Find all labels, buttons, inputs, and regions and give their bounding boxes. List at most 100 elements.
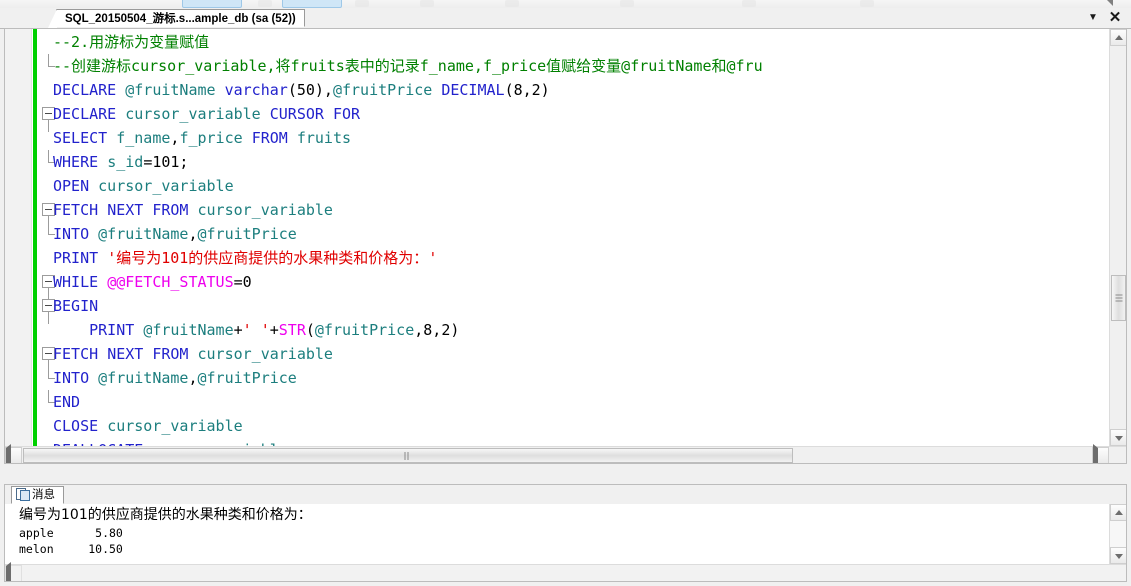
messages-output[interactable]: 编号为101的供应商提供的水果种类和价格为： apple 5.80melon 1… <box>5 504 1109 564</box>
code-line: DECLARE cursor_variable CURSOR FOR <box>53 102 763 126</box>
messages-output-row: apple 5.80 <box>19 525 1109 541</box>
outline-guide-line <box>48 312 49 324</box>
code-editor[interactable]: --2.用游标为变量赋值 --创建游标cursor_variable,将fruit… <box>4 28 1127 464</box>
code-token: END <box>53 393 80 411</box>
code-token <box>98 249 107 267</box>
scroll-left-button[interactable] <box>5 565 22 582</box>
code-token <box>288 129 297 147</box>
toolbar-overflow-icon[interactable] <box>1106 0 1113 6</box>
document-tab-label: SQL_20150504_游标.s...ample_db (sa (52)) <box>65 13 296 25</box>
toolbar-ghost-item[interactable] <box>355 0 369 7</box>
code-token <box>134 321 143 339</box>
code-token: CLOSE <box>53 417 98 435</box>
code-token <box>98 201 107 219</box>
triangle-down-icon <box>1115 436 1123 441</box>
tab-messages[interactable]: 消息 <box>11 486 64 504</box>
code-line: PRINT @fruitName+' '+STR(@fruitPrice,8,2… <box>53 318 763 342</box>
grip-icon <box>1115 295 1122 302</box>
toolbar-ghost-item[interactable] <box>182 0 242 8</box>
code-token <box>89 177 98 195</box>
code-line: DECLARE @fruitName varchar(50),@fruitPri… <box>53 78 763 102</box>
code-token <box>324 105 333 123</box>
ssms-query-window: SQL_20150504_游标.s...ample_db (sa (52)) ▼… <box>0 0 1131 586</box>
code-token: cursor_variable <box>125 105 260 123</box>
triangle-up-icon <box>1115 510 1123 515</box>
code-token: CURSOR <box>270 105 324 123</box>
code-token: cursor_variable <box>98 177 233 195</box>
document-tab[interactable]: SQL_20150504_游标.s...ample_db (sa (52)) <box>56 9 305 27</box>
code-token: STR <box>279 321 306 339</box>
results-horizontal-scrollbar[interactable] <box>5 564 1126 581</box>
scroll-right-button[interactable] <box>1092 447 1109 464</box>
chevron-down-icon[interactable]: ▼ <box>1085 10 1101 26</box>
editor-code-text[interactable]: --2.用游标为变量赋值 --创建游标cursor_variable,将fruit… <box>53 30 763 462</box>
code-token <box>89 225 98 243</box>
results-vertical-scrollbar[interactable] <box>1109 504 1126 564</box>
editor-horizontal-scrollbar[interactable] <box>5 446 1126 463</box>
code-token: DECLARE <box>53 81 116 99</box>
grip-icon <box>405 452 412 460</box>
code-token: + <box>270 321 279 339</box>
code-token: OPEN <box>53 177 89 195</box>
code-token: INTO <box>53 369 89 387</box>
code-line: WHERE s_id=101; <box>53 150 763 174</box>
code-line: CLOSE cursor_variable <box>53 414 763 438</box>
triangle-up-icon <box>1115 35 1123 40</box>
code-token: @fruitName <box>98 225 188 243</box>
code-token: cursor_variable <box>198 201 333 219</box>
code-token: FROM <box>152 345 188 363</box>
editor-change-bar <box>33 29 37 463</box>
code-token <box>188 201 197 219</box>
code-token <box>143 201 152 219</box>
code-token: --2.用游标为变量赋值 <box>53 33 209 51</box>
scroll-left-button[interactable] <box>5 447 22 464</box>
code-token: NEXT <box>107 201 143 219</box>
code-token: (8,2) <box>505 81 550 99</box>
toolbar-ghost-item[interactable] <box>860 0 874 7</box>
messages-icon <box>16 487 29 500</box>
code-token: s_id <box>107 153 143 171</box>
close-icon[interactable]: ✕ <box>1107 10 1123 26</box>
editor-vertical-scrollbar[interactable] <box>1109 29 1126 463</box>
code-token: , <box>188 369 197 387</box>
triangle-left-icon <box>6 562 11 582</box>
toolbar-ghost-item[interactable] <box>742 0 756 7</box>
results-tab-strip: 消息 <box>5 485 1126 505</box>
editor-vscroll-thumb[interactable] <box>1111 275 1126 321</box>
code-token <box>432 81 441 99</box>
code-token: cursor_variable <box>198 345 333 363</box>
code-token: =0 <box>234 273 252 291</box>
triangle-down-icon <box>1115 554 1123 559</box>
editor-hscroll-thumb[interactable] <box>23 448 793 463</box>
code-token <box>116 81 125 99</box>
code-token <box>107 129 116 147</box>
scroll-up-button[interactable] <box>1110 29 1127 46</box>
code-token: @fruitPrice <box>315 321 414 339</box>
code-token: --创建游标cursor_variable,将fruits表中的记录f_name… <box>53 57 763 75</box>
code-line: END <box>53 390 763 414</box>
code-token: WHILE <box>53 273 98 291</box>
code-token: INTO <box>53 225 89 243</box>
scroll-up-button[interactable] <box>1110 504 1127 521</box>
code-token <box>261 105 270 123</box>
toolbar-ghost-item[interactable] <box>505 0 519 7</box>
toolbar-ghost-item[interactable] <box>620 0 634 7</box>
code-token: @fruitPrice <box>333 81 432 99</box>
editor-selection-margin <box>5 29 32 463</box>
scroll-down-button[interactable] <box>1110 429 1127 446</box>
toolbar-ghost-item[interactable] <box>258 0 272 7</box>
code-line: FETCH NEXT FROM cursor_variable <box>53 198 763 222</box>
toolbar-ghost-item[interactable] <box>282 0 342 8</box>
code-token: , <box>188 225 197 243</box>
scroll-down-button[interactable] <box>1110 547 1127 564</box>
code-line: WHILE @@FETCH_STATUS=0 <box>53 270 763 294</box>
code-token: @@FETCH_STATUS <box>107 273 233 291</box>
code-token: (50), <box>288 81 333 99</box>
code-token: DECIMAL <box>441 81 504 99</box>
toolbar-ghost-item[interactable] <box>420 0 434 7</box>
code-token <box>243 129 252 147</box>
tab-messages-label: 消息 <box>32 489 55 501</box>
document-tab-bar: SQL_20150504_游标.s...ample_db (sa (52)) ▼… <box>0 8 1131 29</box>
triangle-left-icon <box>6 444 11 464</box>
code-token <box>98 345 107 363</box>
